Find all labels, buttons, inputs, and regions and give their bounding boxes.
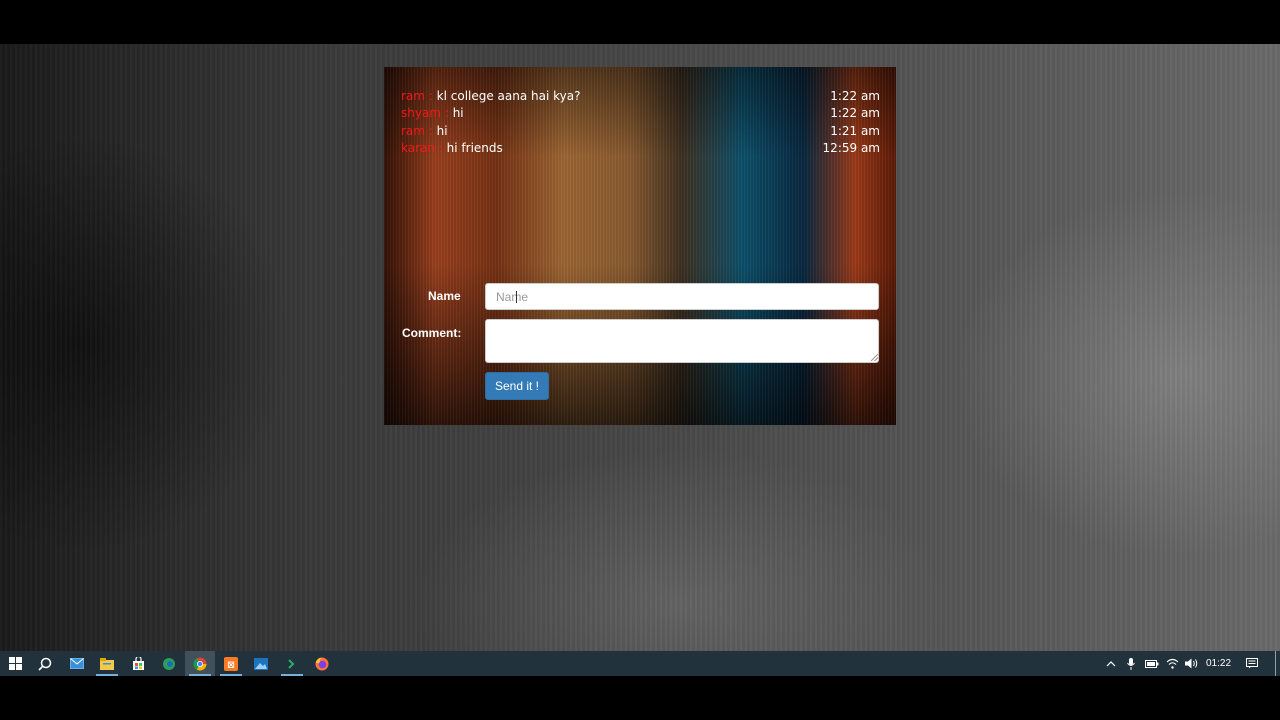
search-icon[interactable]: [30, 651, 60, 676]
show-desktop-divider[interactable]: [1275, 651, 1276, 676]
text-cursor: [516, 291, 517, 303]
xampp-icon[interactable]: ⊠: [216, 651, 246, 676]
chrome-icon[interactable]: [185, 651, 215, 676]
store-icon[interactable]: [123, 651, 153, 676]
resize-grip-icon[interactable]: [871, 354, 878, 361]
file-explorer-icon[interactable]: [92, 651, 122, 676]
name-label: Name: [428, 289, 461, 303]
taskbar: ⊠ 01:22: [0, 651, 1280, 676]
edge-icon[interactable]: [154, 651, 184, 676]
notification-center-icon[interactable]: [1244, 651, 1260, 676]
send-button[interactable]: Send it !: [485, 372, 549, 400]
battery-icon[interactable]: [1144, 651, 1160, 676]
svg-text:⊠: ⊠: [227, 660, 235, 670]
firefox-icon[interactable]: [307, 651, 337, 676]
photos-icon[interactable]: [246, 651, 276, 676]
microphone-icon[interactable]: [1124, 651, 1138, 676]
comment-label: Comment:: [402, 326, 462, 340]
comment-textarea[interactable]: [485, 319, 879, 363]
mail-icon[interactable]: [62, 651, 92, 676]
clock[interactable]: 01:22: [1206, 651, 1231, 676]
terminal-icon[interactable]: [277, 651, 307, 676]
comment-form: Name Comment: Send it !: [384, 67, 896, 425]
chevron-up-icon[interactable]: [1104, 651, 1118, 676]
wifi-icon[interactable]: [1164, 651, 1180, 676]
chat-app-window: ram : kl college aana hai kya? 1:22 am s…: [384, 67, 896, 425]
windows-start-icon[interactable]: [0, 651, 30, 676]
volume-icon[interactable]: [1184, 651, 1200, 676]
name-input[interactable]: [485, 283, 879, 310]
